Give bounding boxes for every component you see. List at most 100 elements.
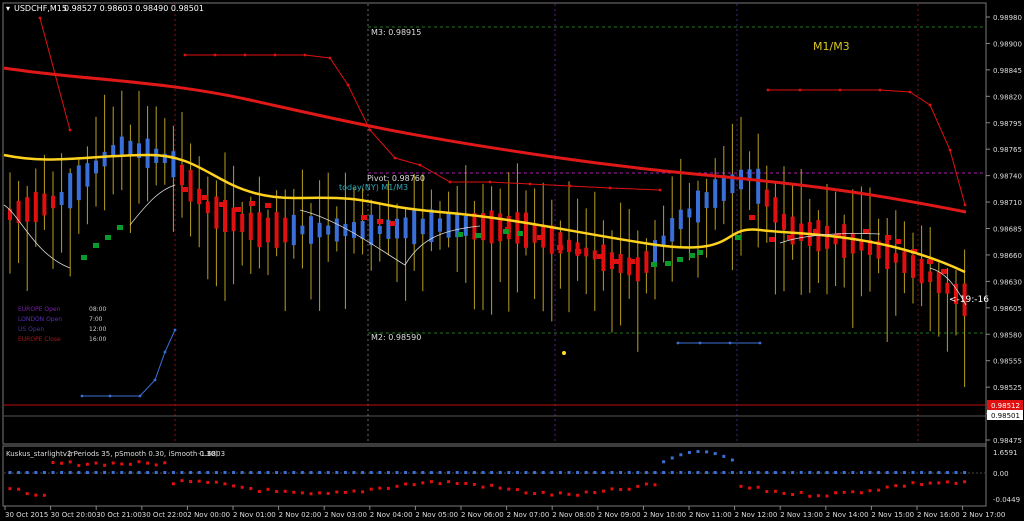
- indicator-blue-dot: [68, 471, 72, 474]
- indicator-blue-dot: [627, 471, 631, 474]
- indicator-blue-dot: [911, 471, 915, 474]
- indicator-blue-dot: [447, 471, 451, 474]
- indicator-signal-dot: [662, 460, 666, 464]
- m3-ladder-right-point: [838, 88, 842, 92]
- indicator-blue-dot: [326, 471, 330, 474]
- indicator-blue-dot: [722, 471, 726, 474]
- indicator-signal-dot: [808, 494, 812, 498]
- m3-ladder-point: [658, 188, 662, 192]
- indicator-signal-dot: [249, 487, 253, 491]
- red-square-marker: [235, 207, 241, 212]
- m3-ladder-point: [568, 184, 572, 188]
- indicator-signal-dot: [257, 489, 261, 493]
- bear-candle: [240, 213, 245, 232]
- bull-candle: [291, 214, 296, 246]
- indicator-blue-dot: [842, 471, 846, 474]
- indicator-signal-dot: [954, 481, 958, 485]
- bear-candle: [42, 193, 47, 216]
- indicator-signal-dot: [859, 491, 863, 495]
- red-square-marker: [769, 237, 775, 242]
- indicator-blue-dot: [928, 471, 932, 474]
- indicator-blue-dot: [232, 471, 236, 474]
- red-square-marker: [361, 215, 367, 220]
- indicator-blue-dot: [60, 471, 64, 474]
- indicator-blue-dot: [765, 471, 769, 474]
- bear-candle: [790, 216, 795, 245]
- bull-candle: [334, 218, 339, 242]
- bear-candle: [567, 239, 571, 253]
- indicator-signal-dot: [619, 487, 623, 491]
- m2-ladder-right-point: [698, 341, 702, 345]
- bull-candle: [412, 210, 417, 245]
- indicator-blue-dot: [593, 471, 597, 474]
- indicator-blue-dot: [51, 471, 55, 474]
- green-square-marker: [457, 232, 463, 237]
- m2-ladder-left-point: [153, 378, 157, 382]
- indicator-signal-dot: [928, 481, 932, 485]
- indicator-blue-dot: [601, 471, 605, 474]
- indicator-blue-dot: [300, 471, 304, 474]
- bear-candle: [911, 255, 915, 278]
- m2-ladder-left-point: [163, 350, 167, 354]
- indicator-blue-dot: [773, 471, 777, 474]
- bull-candle: [360, 221, 365, 239]
- indicator-signal-dot: [378, 486, 382, 490]
- green-square-marker: [697, 250, 703, 255]
- session-name: LONDON Open: [18, 316, 62, 323]
- trading-chart[interactable]: ▾ USDCHF,M15 0.98527 0.98603 0.98490 0.9…: [0, 0, 1024, 521]
- m3-ladder-point: [418, 163, 422, 167]
- m2-ladder-left-point: [108, 394, 112, 398]
- time-tick-label: 30 Oct 22:00: [142, 511, 188, 519]
- bear-candle: [51, 195, 55, 209]
- bull-candle: [429, 209, 434, 243]
- indicator-blue-dot: [937, 471, 941, 474]
- ohlc-readout: 0.98527 0.98603 0.98490 0.98501: [64, 4, 204, 13]
- bear-candle: [16, 200, 21, 224]
- indicator-blue-dot: [954, 471, 958, 474]
- indicator-signal-dot: [326, 491, 330, 495]
- green-square-marker: [517, 231, 523, 236]
- indicator-signal-dot: [369, 487, 373, 491]
- red-square-marker: [895, 239, 901, 244]
- indicator-blue-dot: [455, 471, 459, 474]
- m3-level-label: M3: 0.98915: [371, 28, 421, 37]
- green-square-marker: [665, 261, 671, 266]
- indicator-blue-dot: [533, 471, 537, 474]
- indicator-signal-dot: [223, 482, 227, 486]
- m3-ladder-left-point: [68, 128, 72, 132]
- indicator-signal-dot: [146, 461, 150, 465]
- bear-candle: [773, 197, 778, 223]
- indicator-signal-dot: [17, 487, 21, 491]
- indicator-blue-dot: [197, 471, 201, 474]
- green-square-marker: [689, 253, 695, 258]
- indicator-blue-dot: [851, 471, 855, 474]
- green-square-marker: [677, 257, 683, 262]
- indicator-blue-dot: [808, 471, 812, 474]
- time-tick-label: 2 Nov 13:00: [780, 511, 823, 519]
- bull-candle: [343, 223, 348, 237]
- bear-candle: [764, 189, 769, 207]
- m2-level-label: M2: 0.98590: [371, 333, 421, 342]
- indicator-blue-dot: [189, 471, 193, 474]
- indicator-signal-dot: [335, 490, 339, 494]
- indicator-signal-dot: [730, 458, 734, 462]
- m3-ladder-right-point: [963, 203, 967, 207]
- indicator-blue-dot: [128, 471, 132, 474]
- bear-candle: [558, 232, 563, 254]
- price-tick-label: 0.98580: [993, 331, 1022, 339]
- time-tick-label: 2 Nov 03:00: [324, 511, 367, 519]
- session-time: 08:00: [89, 306, 106, 313]
- indicator-blue-dot: [825, 471, 829, 474]
- indicator-signal-dot: [240, 485, 244, 489]
- bull-candle: [326, 225, 331, 235]
- indicator-blue-dot: [163, 471, 167, 474]
- time-tick-label: 2 Nov 06:00: [461, 511, 504, 519]
- indicator-value: -1.6803: [198, 450, 225, 458]
- indicator-signal-dot: [490, 483, 494, 487]
- red-square-marker: [377, 219, 383, 224]
- indicator-signal-dot: [558, 491, 562, 495]
- indicator-signal-dot: [679, 453, 683, 457]
- indicator-signal-dot: [352, 489, 356, 493]
- price-tick-label: 0.98845: [993, 67, 1022, 75]
- bear-candle: [842, 224, 847, 258]
